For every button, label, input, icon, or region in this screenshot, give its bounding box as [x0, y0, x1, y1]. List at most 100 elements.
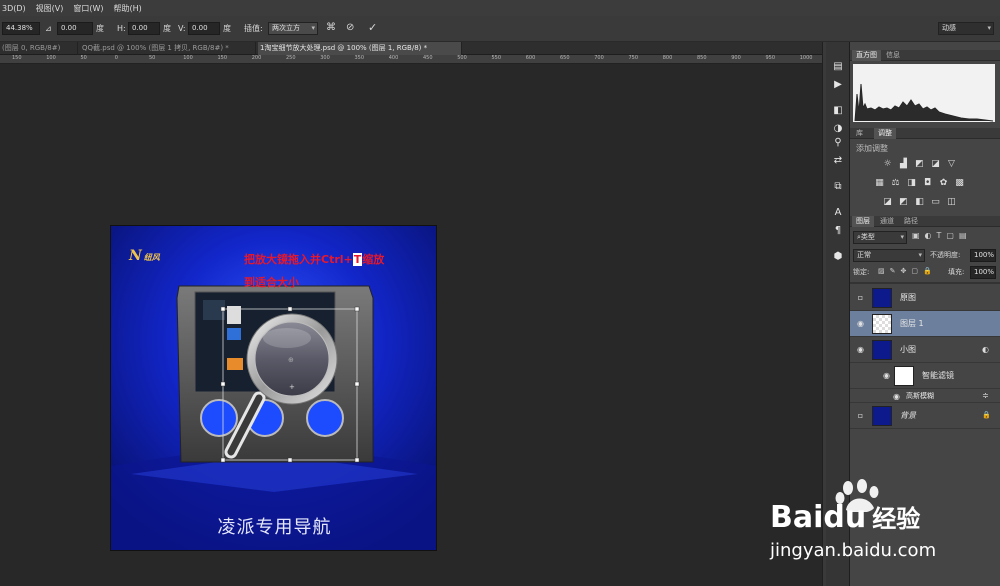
tab-layers[interactable]: 图层: [852, 216, 874, 227]
history-icon[interactable]: ▤: [829, 60, 847, 74]
warp-icon[interactable]: ⌘: [326, 21, 336, 34]
black-white-icon[interactable]: ◨: [906, 178, 917, 188]
filter-options-icon[interactable]: ≑: [982, 391, 989, 400]
tab-doc-2[interactable]: QQ截.psd @ 100% (图层 1 拷贝, RGB/8#) *: [80, 42, 256, 55]
baidu-watermark: Baidu 经验 jingyan.baidu.com: [770, 478, 995, 578]
layer-row-small[interactable]: ◉ 小图 ◐: [850, 337, 1000, 363]
brightness-icon[interactable]: ☼: [882, 159, 893, 169]
brand-logo-letter: N: [129, 248, 142, 264]
tab-doc-1[interactable]: (图层 0, RGB/8#): [0, 42, 78, 55]
lock-icons[interactable]: ▨✎✥▢🔒: [878, 267, 937, 275]
menu-bar: 3D(D) 视图(V) 窗口(W) 帮助(H): [0, 0, 1000, 16]
layer-filter-icons[interactable]: ▣◐T▢▤: [912, 231, 994, 243]
blend-mode-select[interactable]: 正常: [853, 249, 925, 262]
layer-row-layer1[interactable]: ◉ 图层 1: [850, 311, 1000, 337]
layer-row-smart-filters[interactable]: ◉ 智能滤镜: [850, 363, 1000, 389]
workspace-select[interactable]: 动感: [938, 22, 994, 35]
ruler-tick-label: 400: [388, 55, 399, 61]
channel-mixer-icon[interactable]: ✿: [938, 178, 949, 188]
eye-icon[interactable]: ◉: [892, 392, 901, 401]
swatches-icon[interactable]: ◧: [829, 104, 847, 118]
menu-3d[interactable]: 3D(D): [2, 4, 26, 13]
ruler-tick-label: 50: [80, 55, 87, 61]
tab-paths[interactable]: 路径: [900, 216, 922, 227]
svg-text:+: +: [289, 383, 295, 391]
layer-thumbnail: [872, 340, 892, 360]
h-label: H:: [117, 24, 126, 33]
layer-filter-select[interactable]: ⌕类型: [853, 231, 907, 244]
cancel-transform-icon[interactable]: ⊘: [346, 21, 354, 34]
clone-source-icon[interactable]: ⧉: [829, 180, 847, 194]
ruler-tick-label: 150: [217, 55, 228, 61]
lock-icon: 🔒: [982, 411, 991, 419]
tool-presets-icon[interactable]: ⇄: [829, 154, 847, 168]
paragraph-icon[interactable]: ¶: [829, 224, 847, 238]
brush-preset-icon[interactable]: ⚲: [829, 136, 847, 150]
gradient-map-icon[interactable]: ▭: [930, 197, 941, 207]
ruler-tick-label: 250: [286, 55, 296, 61]
tab-library[interactable]: 库: [852, 128, 867, 139]
selective-color-icon[interactable]: ◫: [946, 197, 957, 207]
layer-row-gaussian-blur[interactable]: ◉ 高斯模糊 ≑: [850, 389, 1000, 403]
histogram-panel-tabs: 直方图 信息: [850, 50, 1000, 61]
ruler-tick-label: 150: [12, 55, 22, 61]
tab-channels[interactable]: 通道: [876, 216, 898, 227]
opacity-field[interactable]: 100%: [970, 249, 996, 262]
lock-label: 锁定:: [853, 268, 870, 276]
layer-filter-value: 类型: [860, 233, 875, 241]
instruction-key-t: T: [352, 253, 363, 266]
instruction-line-2: 到适合大小: [244, 276, 299, 289]
interpolation-select[interactable]: 两次立方: [268, 22, 318, 35]
color-balance-icon[interactable]: ⚖: [890, 178, 901, 188]
layer-name: 小图: [900, 345, 916, 354]
threshold-icon[interactable]: ◧: [914, 197, 925, 207]
ruler-tick-label: 0: [114, 55, 118, 61]
exposure-icon[interactable]: ◪: [930, 159, 941, 169]
menu-view[interactable]: 视图(V): [36, 3, 64, 14]
photo-filter-icon[interactable]: ◘: [922, 178, 933, 188]
visibility-off-box[interactable]: ▫: [856, 411, 865, 420]
3d-cube-icon[interactable]: ⬢: [829, 250, 847, 264]
eye-icon[interactable]: ◉: [882, 371, 891, 380]
color-icon[interactable]: ◑: [829, 122, 847, 136]
fill-label: 填充:: [948, 268, 965, 276]
ruler-tick-label: 900: [731, 55, 741, 61]
hue-saturation-icon[interactable]: ▦: [874, 178, 885, 188]
visibility-off-box[interactable]: ▫: [856, 293, 865, 302]
layer-row-background[interactable]: ▫ 背景 🔒: [850, 403, 1000, 429]
menu-window[interactable]: 窗口(W): [73, 3, 103, 14]
actions-play-icon[interactable]: ▶: [829, 78, 847, 92]
ruler-tick-label: 350: [354, 55, 365, 61]
layer-thumbnail: [872, 406, 892, 426]
eye-icon[interactable]: ◉: [856, 319, 865, 328]
tab-info[interactable]: 信息: [882, 50, 904, 61]
levels-icon[interactable]: ▟: [898, 159, 909, 169]
layer-row-original[interactable]: ▫ 原图: [850, 285, 1000, 311]
tab-adjustments[interactable]: 调整: [874, 128, 896, 139]
tab-doc-3[interactable]: 1淘宝细节放大处理.psd @ 100% (图层 1, RGB/8) *: [258, 42, 462, 55]
ruler-tick-label: 500: [457, 55, 467, 61]
tab-histogram[interactable]: 直方图: [852, 50, 881, 61]
instruction-line-1: 把放大镜拖入并Ctrl+T缩放: [244, 251, 384, 267]
v-skew-field[interactable]: 0.00: [188, 22, 220, 35]
ruler-tick-label: 750: [628, 55, 639, 61]
fill-field[interactable]: 100%: [970, 266, 996, 279]
zoom-field[interactable]: 44.38%: [2, 22, 40, 35]
character-icon[interactable]: A: [829, 206, 847, 220]
ruler-tick-label: 600: [525, 55, 536, 61]
baidu-brand: Baidu 经验: [770, 500, 995, 536]
invert-icon[interactable]: ◪: [882, 197, 893, 207]
interpolation-label: 插值:: [244, 24, 263, 33]
layers-divider: [850, 282, 1000, 284]
angle-field[interactable]: 0.00: [57, 22, 93, 35]
curves-icon[interactable]: ◩: [914, 159, 925, 169]
commit-transform-icon[interactable]: ✓: [368, 21, 377, 34]
adjust-panel-tabs: 库 调整: [850, 128, 1000, 139]
h-skew-field[interactable]: 0.00: [128, 22, 160, 35]
posterize-icon[interactable]: ◩: [898, 197, 909, 207]
document-image[interactable]: + ⊕ N 纽风 把放大镜拖入并Ctrl+T缩放 到适合大小 凌派专用导航: [110, 225, 437, 551]
eye-icon[interactable]: ◉: [856, 345, 865, 354]
vibrance-icon[interactable]: ▽: [946, 159, 957, 169]
menu-help[interactable]: 帮助(H): [114, 3, 142, 14]
color-lookup-icon[interactable]: ▩: [954, 178, 965, 188]
